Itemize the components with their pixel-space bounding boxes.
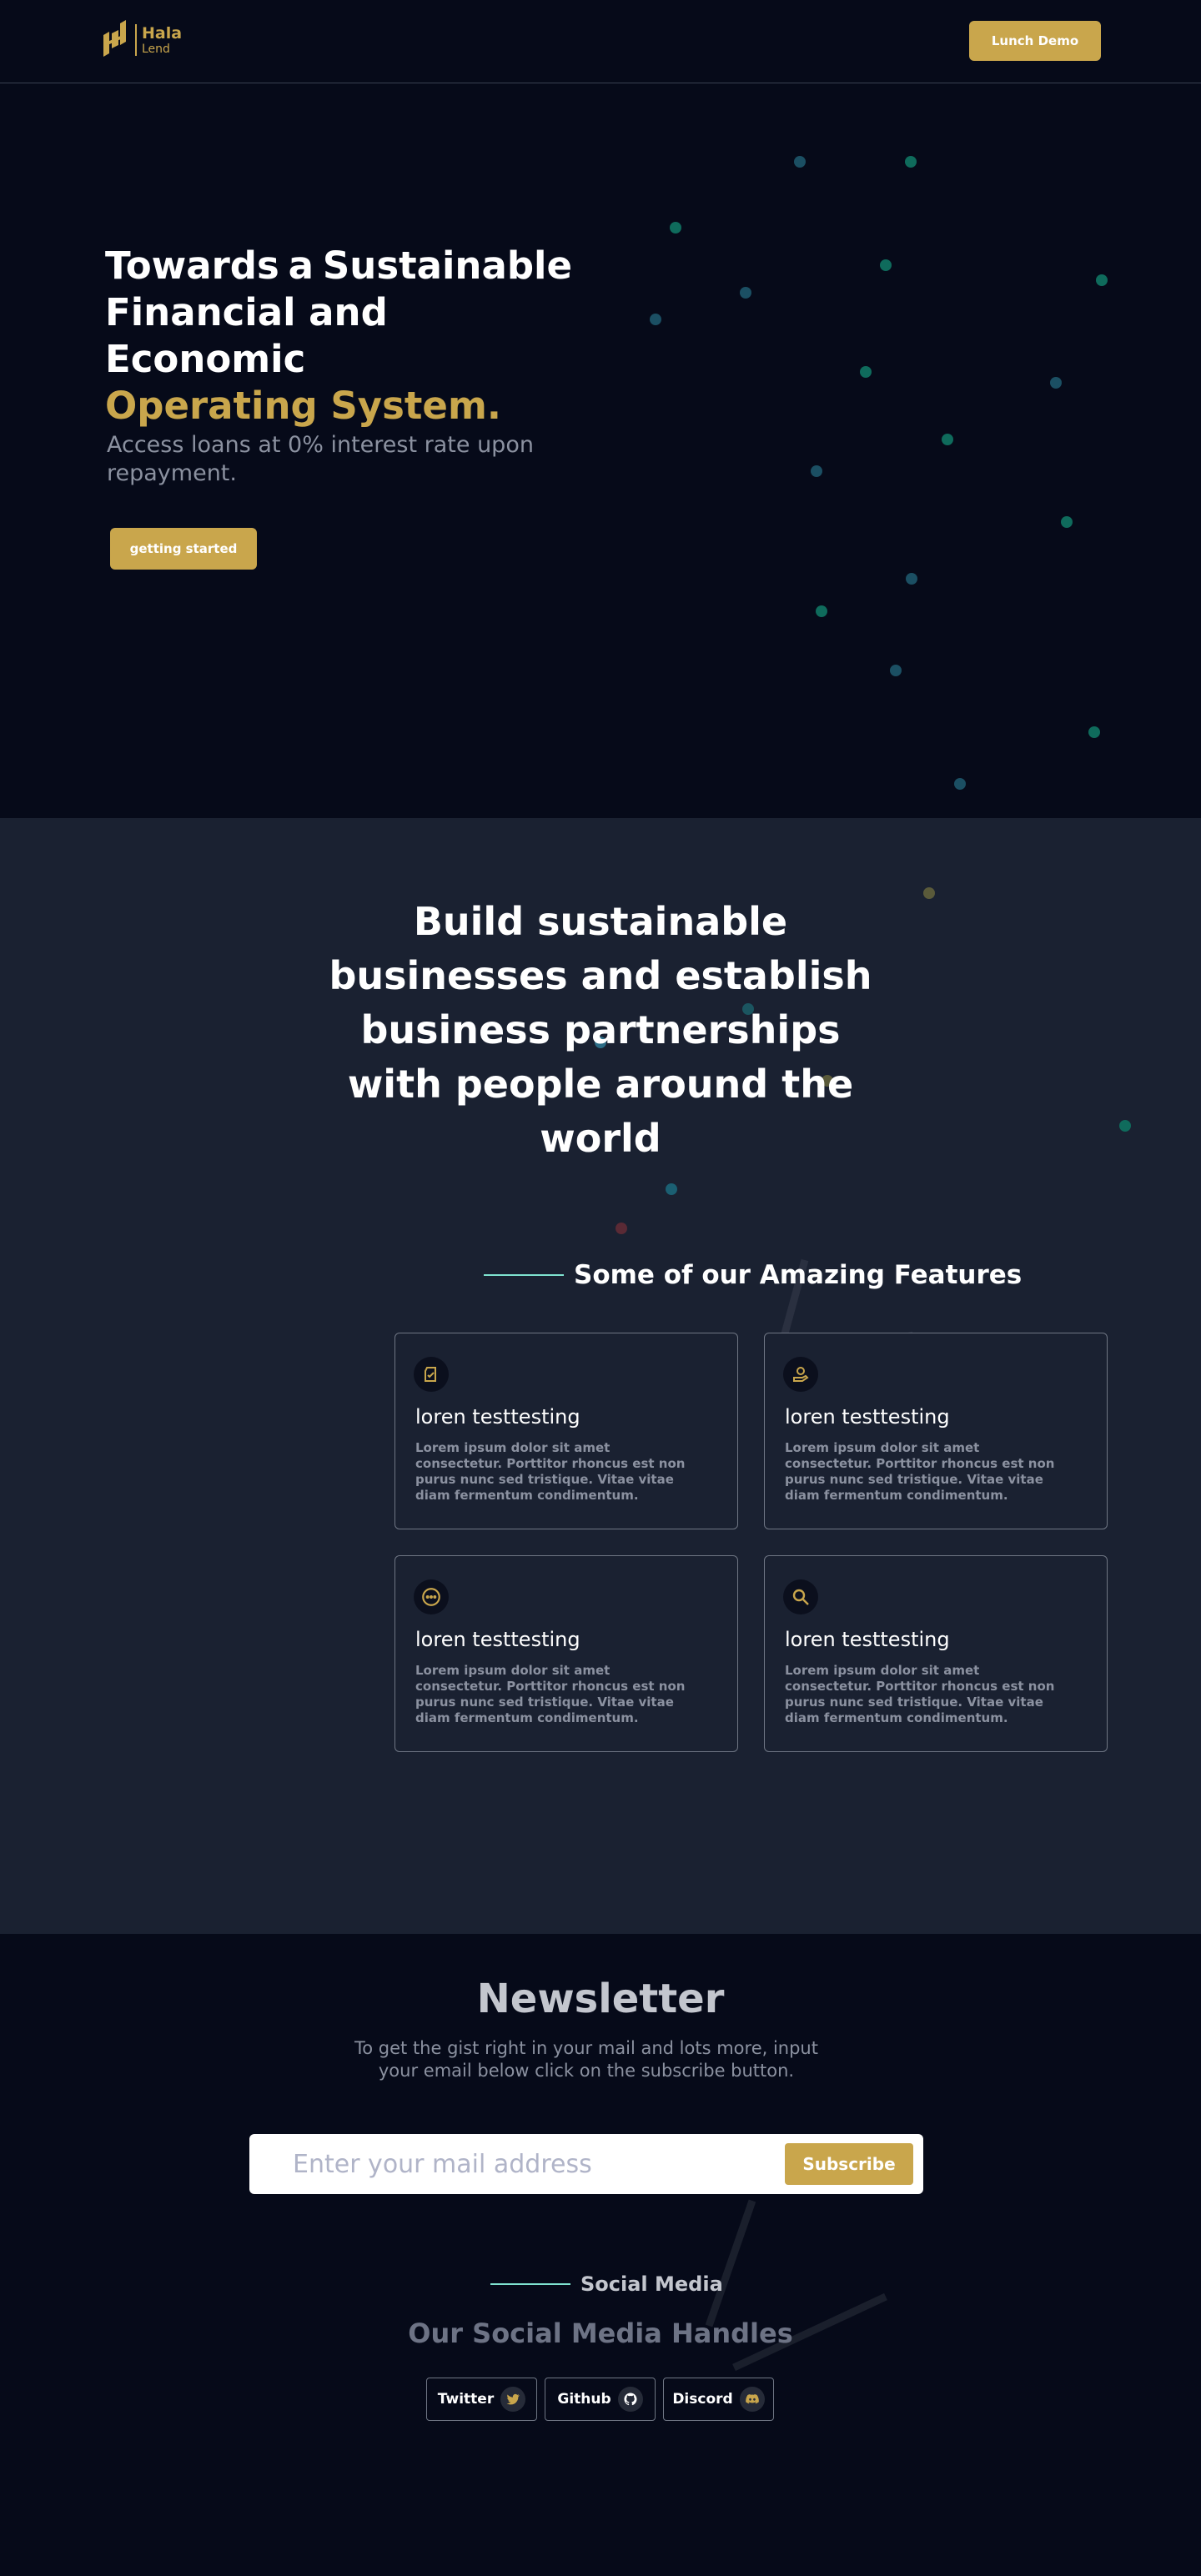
logo-divider [135,24,137,56]
decor-dot [1050,377,1062,389]
decor-dot [905,156,917,168]
features-heading-text: Some of our Amazing Features [574,1260,1023,1290]
subscribe-button[interactable]: Subscribe [785,2143,913,2185]
decor-dot [880,259,892,271]
feature-card: loren testtesting Lorem ipsum dolor sit … [764,1333,1108,1529]
social-link-label: Github [557,2391,611,2408]
decor-dot [1119,1120,1131,1132]
decor-dot [794,156,806,168]
feature-card-title: loren testtesting [785,1405,950,1429]
decor-dot [1096,274,1108,286]
feature-card-title: loren testtesting [415,1405,580,1429]
hero-section: Towards a Sustainable Financial and Econ… [0,84,1201,818]
decor-dot [816,605,827,617]
logo-line2: Lend [142,42,170,56]
social-heading-text: Social Media [580,2272,723,2296]
github-icon [617,2387,643,2412]
logo-mark-icon [103,20,126,57]
feature-card-body: Lorem ipsum dolor sit amet consectetur. … [415,1440,686,1503]
hero-title-highlight: Operating System. [105,384,501,428]
decor-dot [942,434,953,445]
clipboard-check-icon [414,1357,449,1392]
search-icon [783,1579,818,1614]
hero-title: Towards a Sustainable Financial and Econ… [105,243,572,429]
feature-card-body: Lorem ipsum dolor sit amet consectetur. … [785,1440,1055,1503]
social-link-label: Twitter [437,2391,495,2408]
hero-title-word: Sustainable [322,244,572,288]
feature-card: loren testtesting Lorem ipsum dolor sit … [764,1555,1108,1752]
hero-title-word: Towards [105,244,279,288]
logo-text: Hala Lend [142,23,183,56]
hero-title-line2: Financial and Economic [105,290,388,381]
features-section: Build sustainable businesses and establi… [0,818,1201,1934]
newsletter-section: Newsletter To get the gist right in your… [0,1934,1201,2576]
logo[interactable]: Hala Lend [100,20,182,60]
decor-dot [616,1223,627,1234]
twitter-link[interactable]: Twitter [426,2378,537,2421]
decor-dot [811,465,822,477]
logo-line1: Hala [142,23,183,43]
github-link[interactable]: Github [545,2378,656,2421]
decor-lines [705,2199,887,2372]
more-circle-icon [414,1579,449,1614]
site-header: Hala Lend Lunch Demo [0,0,1201,83]
discord-icon [739,2387,765,2412]
feature-card-body: Lorem ipsum dolor sit amet consectetur. … [785,1663,1055,1725]
decor-dot [740,287,751,299]
discord-link[interactable]: Discord [663,2378,774,2421]
decor-dot [906,573,917,585]
newsletter-subtitle: To get the gist right in your mail and l… [354,2038,818,2081]
feature-card: loren testtesting Lorem ipsum dolor sit … [394,1333,738,1529]
lunch-demo-button[interactable]: Lunch Demo [969,21,1101,61]
decor-dot [954,778,966,790]
decor-dot [860,366,872,378]
social-link-label: Discord [672,2391,733,2408]
features-heading: Some of our Amazing Features [484,1260,1022,1290]
social-heading: Social Media [490,2272,723,2296]
heading-accent-line [490,2283,570,2285]
hero-subtitle: Access loans at 0% interest rate upon re… [107,432,534,486]
decor-dot [666,1183,677,1195]
decor-dot [1088,726,1100,738]
hero-title-line1: Towards a Sustainable [105,243,572,289]
decor-dot [923,887,935,899]
hero-title-word: a [288,244,314,288]
feature-card-title: loren testtesting [415,1628,580,1651]
decor-dot [650,314,661,325]
twitter-icon [500,2387,526,2412]
decor-dot [890,665,902,676]
getting-started-button[interactable]: getting started [110,528,257,570]
feature-card-body: Lorem ipsum dolor sit amet consectetur. … [415,1663,686,1725]
newsletter-form: Subscribe [249,2134,923,2194]
decor-dot [670,222,681,233]
hand-coin-icon [783,1357,818,1392]
newsletter-title: Newsletter [476,1976,725,2022]
feature-card-title: loren testtesting [785,1628,950,1651]
heading-accent-line [484,1274,564,1276]
mission-title: Build sustainable businesses and establi… [329,899,872,1161]
feature-card: loren testtesting Lorem ipsum dolor sit … [394,1555,738,1752]
email-input[interactable] [293,2146,760,2182]
decor-dot [1061,516,1073,528]
social-subheading: Our Social Media Handles [408,2317,793,2349]
